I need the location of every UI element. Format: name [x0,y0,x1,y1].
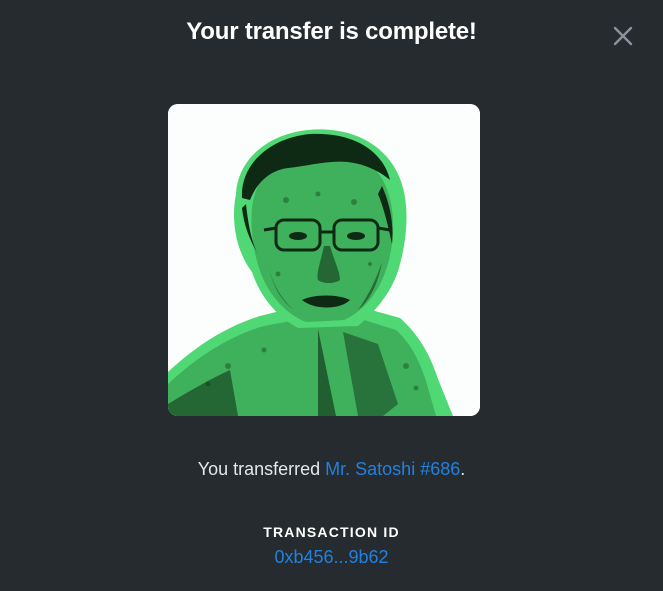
nft-item-link[interactable]: Mr. Satoshi #686 [325,459,460,479]
summary-prefix: You transferred [197,459,326,479]
transfer-summary: You transferred Mr. Satoshi #686. [0,459,663,480]
nft-portrait-image [168,104,480,416]
transfer-complete-modal: Your transfer is complete! You transferr… [0,0,663,591]
modal-title: Your transfer is complete! [186,18,477,45]
transaction-id-link[interactable]: 0xb456...9b62 [274,547,388,567]
nft-image [168,104,480,416]
transaction-id-label: TRANSACTION ID [263,524,400,540]
transaction-id-row: 0xb456...9b62 [0,547,663,568]
close-icon[interactable] [611,24,635,48]
summary-suffix: . [460,459,466,479]
